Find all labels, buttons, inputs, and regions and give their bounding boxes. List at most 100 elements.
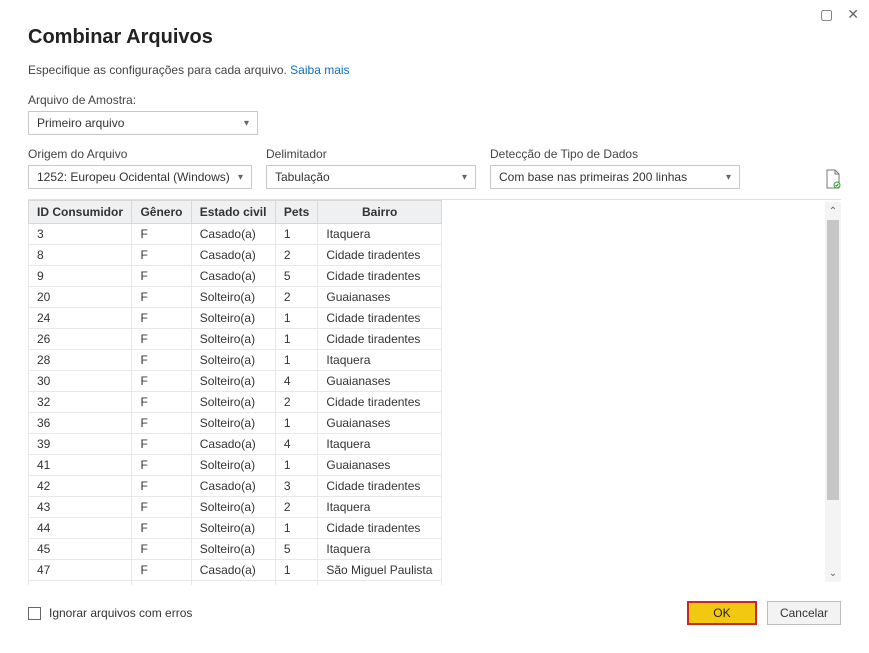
table-cell: Solteiro(a) xyxy=(191,455,275,476)
table-cell: Cidade tiradentes xyxy=(318,245,442,266)
checkbox-box[interactable] xyxy=(28,607,41,620)
table-cell: F xyxy=(132,518,191,539)
preview-table: ID ConsumidorGêneroEstado civilPetsBairr… xyxy=(28,199,841,585)
table-cell: F xyxy=(132,581,191,586)
table-cell: Guaianases xyxy=(318,371,442,392)
table-row[interactable]: 44FSolteiro(a)1Cidade tiradentes xyxy=(29,518,442,539)
table-cell: F xyxy=(132,266,191,287)
chevron-down-icon: ▾ xyxy=(244,118,249,129)
table-cell: Solteiro(a) xyxy=(191,287,275,308)
table-cell: 1 xyxy=(275,308,318,329)
table-row[interactable]: 41FSolteiro(a)1Guaianases xyxy=(29,455,442,476)
scroll-up-icon[interactable]: ⌃ xyxy=(825,202,841,220)
table-cell: F xyxy=(132,329,191,350)
table-cell: Guaianases xyxy=(318,413,442,434)
table-row[interactable]: 24FSolteiro(a)1Cidade tiradentes xyxy=(29,308,442,329)
table-row[interactable]: 32FSolteiro(a)2Cidade tiradentes xyxy=(29,392,442,413)
table-row[interactable]: 39FCasado(a)4Itaquera xyxy=(29,434,442,455)
scrollbar-thumb[interactable] xyxy=(827,220,839,500)
table-cell: 43 xyxy=(29,497,132,518)
close-icon[interactable]: ✕ xyxy=(847,6,859,23)
data-type-value: Com base nas primeiras 200 linhas xyxy=(499,170,687,184)
table-cell: 2 xyxy=(275,245,318,266)
data-type-select[interactable]: Com base nas primeiras 200 linhas ▾ xyxy=(490,165,740,189)
dialog-title: Combinar Arquivos xyxy=(28,26,841,49)
ok-button[interactable]: OK xyxy=(687,601,757,625)
table-row[interactable]: 45FSolteiro(a)5Itaquera xyxy=(29,539,442,560)
file-origin-label: Origem do Arquivo xyxy=(28,147,252,161)
table-cell: Solteiro(a) xyxy=(191,497,275,518)
table-row[interactable]: 30FSolteiro(a)4Guaianases xyxy=(29,371,442,392)
table-row[interactable]: 36FSolteiro(a)1Guaianases xyxy=(29,413,442,434)
table-cell: F xyxy=(132,224,191,245)
sample-file-select[interactable]: Primeiro arquivo ▾ xyxy=(28,111,258,135)
column-header[interactable]: Gênero xyxy=(132,201,191,224)
column-header[interactable]: ID Consumidor xyxy=(29,201,132,224)
table-cell: F xyxy=(132,497,191,518)
table-cell: 1 xyxy=(275,560,318,581)
table-cell: Casado(a) xyxy=(191,224,275,245)
table-cell: F xyxy=(132,539,191,560)
column-header[interactable]: Pets xyxy=(275,201,318,224)
table-cell: Itaquera xyxy=(318,497,442,518)
scroll-down-icon[interactable]: ⌄ xyxy=(825,564,841,582)
table-cell: 9 xyxy=(29,266,132,287)
document-settings-icon[interactable] xyxy=(825,169,841,189)
table-cell: F xyxy=(132,350,191,371)
table-cell: 5 xyxy=(275,266,318,287)
table-cell: 41 xyxy=(29,455,132,476)
table-cell: 1 xyxy=(275,329,318,350)
table-cell: Solteiro(a) xyxy=(191,308,275,329)
delimiter-select[interactable]: Tabulação ▾ xyxy=(266,165,476,189)
table-cell: F xyxy=(132,371,191,392)
table-cell: 39 xyxy=(29,434,132,455)
table-cell: 1 xyxy=(275,518,318,539)
subtitle-text: Especifique as configurações para cada a… xyxy=(28,63,287,77)
ignore-errors-checkbox[interactable]: Ignorar arquivos com erros xyxy=(28,606,192,620)
table-row[interactable]: 42FCasado(a)3Cidade tiradentes xyxy=(29,476,442,497)
table-cell: 36 xyxy=(29,413,132,434)
table-row[interactable]: 9FCasado(a)5Cidade tiradentes xyxy=(29,266,442,287)
file-origin-select[interactable]: 1252: Europeu Ocidental (Windows) ▾ xyxy=(28,165,252,189)
table-cell: Itaquera xyxy=(318,224,442,245)
table-row[interactable]: 28FSolteiro(a)1Itaquera xyxy=(29,350,442,371)
table-cell: Cidade tiradentes xyxy=(318,308,442,329)
table-cell: F xyxy=(132,308,191,329)
column-header[interactable]: Estado civil xyxy=(191,201,275,224)
cancel-button[interactable]: Cancelar xyxy=(767,601,841,625)
table-cell: 20 xyxy=(29,287,132,308)
sample-file-value: Primeiro arquivo xyxy=(37,116,124,130)
table-cell: F xyxy=(132,287,191,308)
delimiter-value: Tabulação xyxy=(275,170,330,184)
table-cell: F xyxy=(132,392,191,413)
table-row[interactable]: 48FCasado(a)1São Miguel Paulista xyxy=(29,581,442,586)
table-row[interactable]: 20FSolteiro(a)2Guaianases xyxy=(29,287,442,308)
table-cell: Solteiro(a) xyxy=(191,413,275,434)
table-cell: 1 xyxy=(275,413,318,434)
scrollbar-vertical[interactable]: ⌃ ⌄ xyxy=(825,202,841,582)
table-cell: 4 xyxy=(275,371,318,392)
delimiter-label: Delimitador xyxy=(266,147,476,161)
table-row[interactable]: 8FCasado(a)2Cidade tiradentes xyxy=(29,245,442,266)
table-row[interactable]: 3FCasado(a)1Itaquera xyxy=(29,224,442,245)
table-cell: Itaquera xyxy=(318,350,442,371)
table-cell: 24 xyxy=(29,308,132,329)
table-row[interactable]: 47FCasado(a)1São Miguel Paulista xyxy=(29,560,442,581)
table-cell: Casado(a) xyxy=(191,245,275,266)
table-cell: F xyxy=(132,413,191,434)
scrollbar-track[interactable] xyxy=(825,220,841,564)
table-cell: Casado(a) xyxy=(191,434,275,455)
table-row[interactable]: 26FSolteiro(a)1Cidade tiradentes xyxy=(29,329,442,350)
table-row[interactable]: 43FSolteiro(a)2Itaquera xyxy=(29,497,442,518)
table-cell: 32 xyxy=(29,392,132,413)
dialog-subtitle: Especifique as configurações para cada a… xyxy=(28,63,841,77)
table-cell: Cidade tiradentes xyxy=(318,392,442,413)
file-origin-value: 1252: Europeu Ocidental (Windows) xyxy=(37,170,230,184)
table-cell: 1 xyxy=(275,581,318,586)
table-cell: Guaianases xyxy=(318,455,442,476)
column-header[interactable]: Bairro xyxy=(318,201,442,224)
maximize-icon[interactable]: ▢ xyxy=(820,6,833,23)
table-cell: Casado(a) xyxy=(191,581,275,586)
table-cell: Cidade tiradentes xyxy=(318,518,442,539)
learn-more-link[interactable]: Saiba mais xyxy=(290,63,349,77)
